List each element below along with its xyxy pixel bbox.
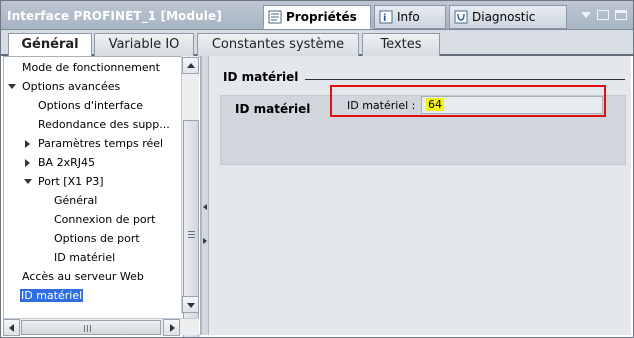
tree-item-parametres-temps-reel[interactable]: Paramètres temps réel <box>24 135 163 152</box>
tree-item-connexion-de-port[interactable]: Connexion de port <box>54 211 156 228</box>
section-heading: ID matériel <box>223 70 299 84</box>
id-materiel-label: ID matériel : <box>347 99 416 112</box>
properties-content: ID matériel ID matériel ID matériel : 64 <box>209 56 631 335</box>
id-materiel-value: 64 <box>426 98 444 111</box>
svg-text:i: i <box>383 13 386 24</box>
group-title: ID matériel <box>235 102 311 116</box>
window-title: Interface PROFINET_1 [Module] <box>7 9 222 23</box>
tree-horizontal-scrollbar[interactable] <box>3 318 199 336</box>
tree-item-port-x1-p3[interactable]: Port [X1 P3] <box>24 173 104 190</box>
collapsed-arrow-icon[interactable] <box>25 159 30 167</box>
tree-item-port-general[interactable]: Général <box>54 192 97 209</box>
tree-item-options-de-port[interactable]: Options de port <box>54 230 140 247</box>
tree-vertical-scrollbar[interactable] <box>181 56 199 338</box>
minimize-panel-icon[interactable] <box>581 12 591 18</box>
properties-icon <box>268 10 282 24</box>
tree-item-id-materiel-selected[interactable]: ID matériel <box>20 287 84 304</box>
h-scroll-thumb[interactable] <box>21 320 161 335</box>
tab-properties[interactable]: Propriétés <box>263 5 371 29</box>
panel-layout-icon[interactable] <box>597 10 609 20</box>
section-divider <box>305 79 625 80</box>
tab-constantes-systeme[interactable]: Constantes système <box>197 33 359 56</box>
id-materiel-field[interactable]: 64 <box>421 96 603 114</box>
tab-diagnostic[interactable]: Diagnostic <box>449 5 567 29</box>
arrow-up-icon <box>187 63 195 68</box>
expanded-arrow-icon[interactable] <box>24 179 32 184</box>
tab-variable-io[interactable]: Variable IO <box>94 33 194 56</box>
scroll-right-button[interactable] <box>163 319 180 336</box>
arrow-left-icon <box>9 324 14 332</box>
collapsed-arrow-icon[interactable] <box>25 140 30 148</box>
arrow-right-icon <box>170 324 175 332</box>
tree-item-options-interface[interactable]: Options d'interface <box>38 97 143 114</box>
maximize-panel-icon[interactable] <box>615 10 627 20</box>
scroll-down-button[interactable] <box>182 296 199 313</box>
scroll-left-button[interactable] <box>3 319 20 336</box>
scroll-up-button[interactable] <box>182 57 199 74</box>
tab-properties-label: Propriétés <box>286 10 357 24</box>
tree-item-mode-de-fonctionnement[interactable]: Mode de fonctionnement <box>22 59 160 76</box>
collapse-left-icon[interactable] <box>203 204 207 210</box>
tree-item-redondance[interactable]: Redondance des supp... <box>38 116 170 133</box>
arrow-down-icon <box>187 303 195 308</box>
tab-textes[interactable]: Textes <box>362 33 440 56</box>
window-controls <box>581 10 627 20</box>
navigation-tree: Mode de fonctionnement Options avancées … <box>3 56 201 335</box>
tab-info[interactable]: i Info <box>374 5 446 29</box>
tab-general[interactable]: Général <box>8 33 92 58</box>
window-title-bar: Interface PROFINET_1 [Module] Propriétés… <box>0 0 634 30</box>
section-tab-row: Général Variable IO Constantes système T… <box>0 30 634 58</box>
tab-diagnostic-label: Diagnostic <box>472 10 536 24</box>
info-icon: i <box>379 10 393 24</box>
panel-splitter[interactable] <box>201 56 209 335</box>
diagnostic-icon <box>454 10 468 24</box>
expanded-arrow-icon[interactable] <box>8 84 16 89</box>
expand-right-icon[interactable] <box>203 238 207 244</box>
tab-info-label: Info <box>397 10 420 24</box>
tree-item-acces-serveur-web[interactable]: Accès au serveur Web <box>22 268 144 285</box>
tree-item-options-avancees[interactable]: Options avancées <box>8 78 120 95</box>
tree-item-ba-2xrj45[interactable]: BA 2xRJ45 <box>24 154 95 171</box>
tree-item-port-id-materiel[interactable]: ID matériel <box>54 249 115 266</box>
